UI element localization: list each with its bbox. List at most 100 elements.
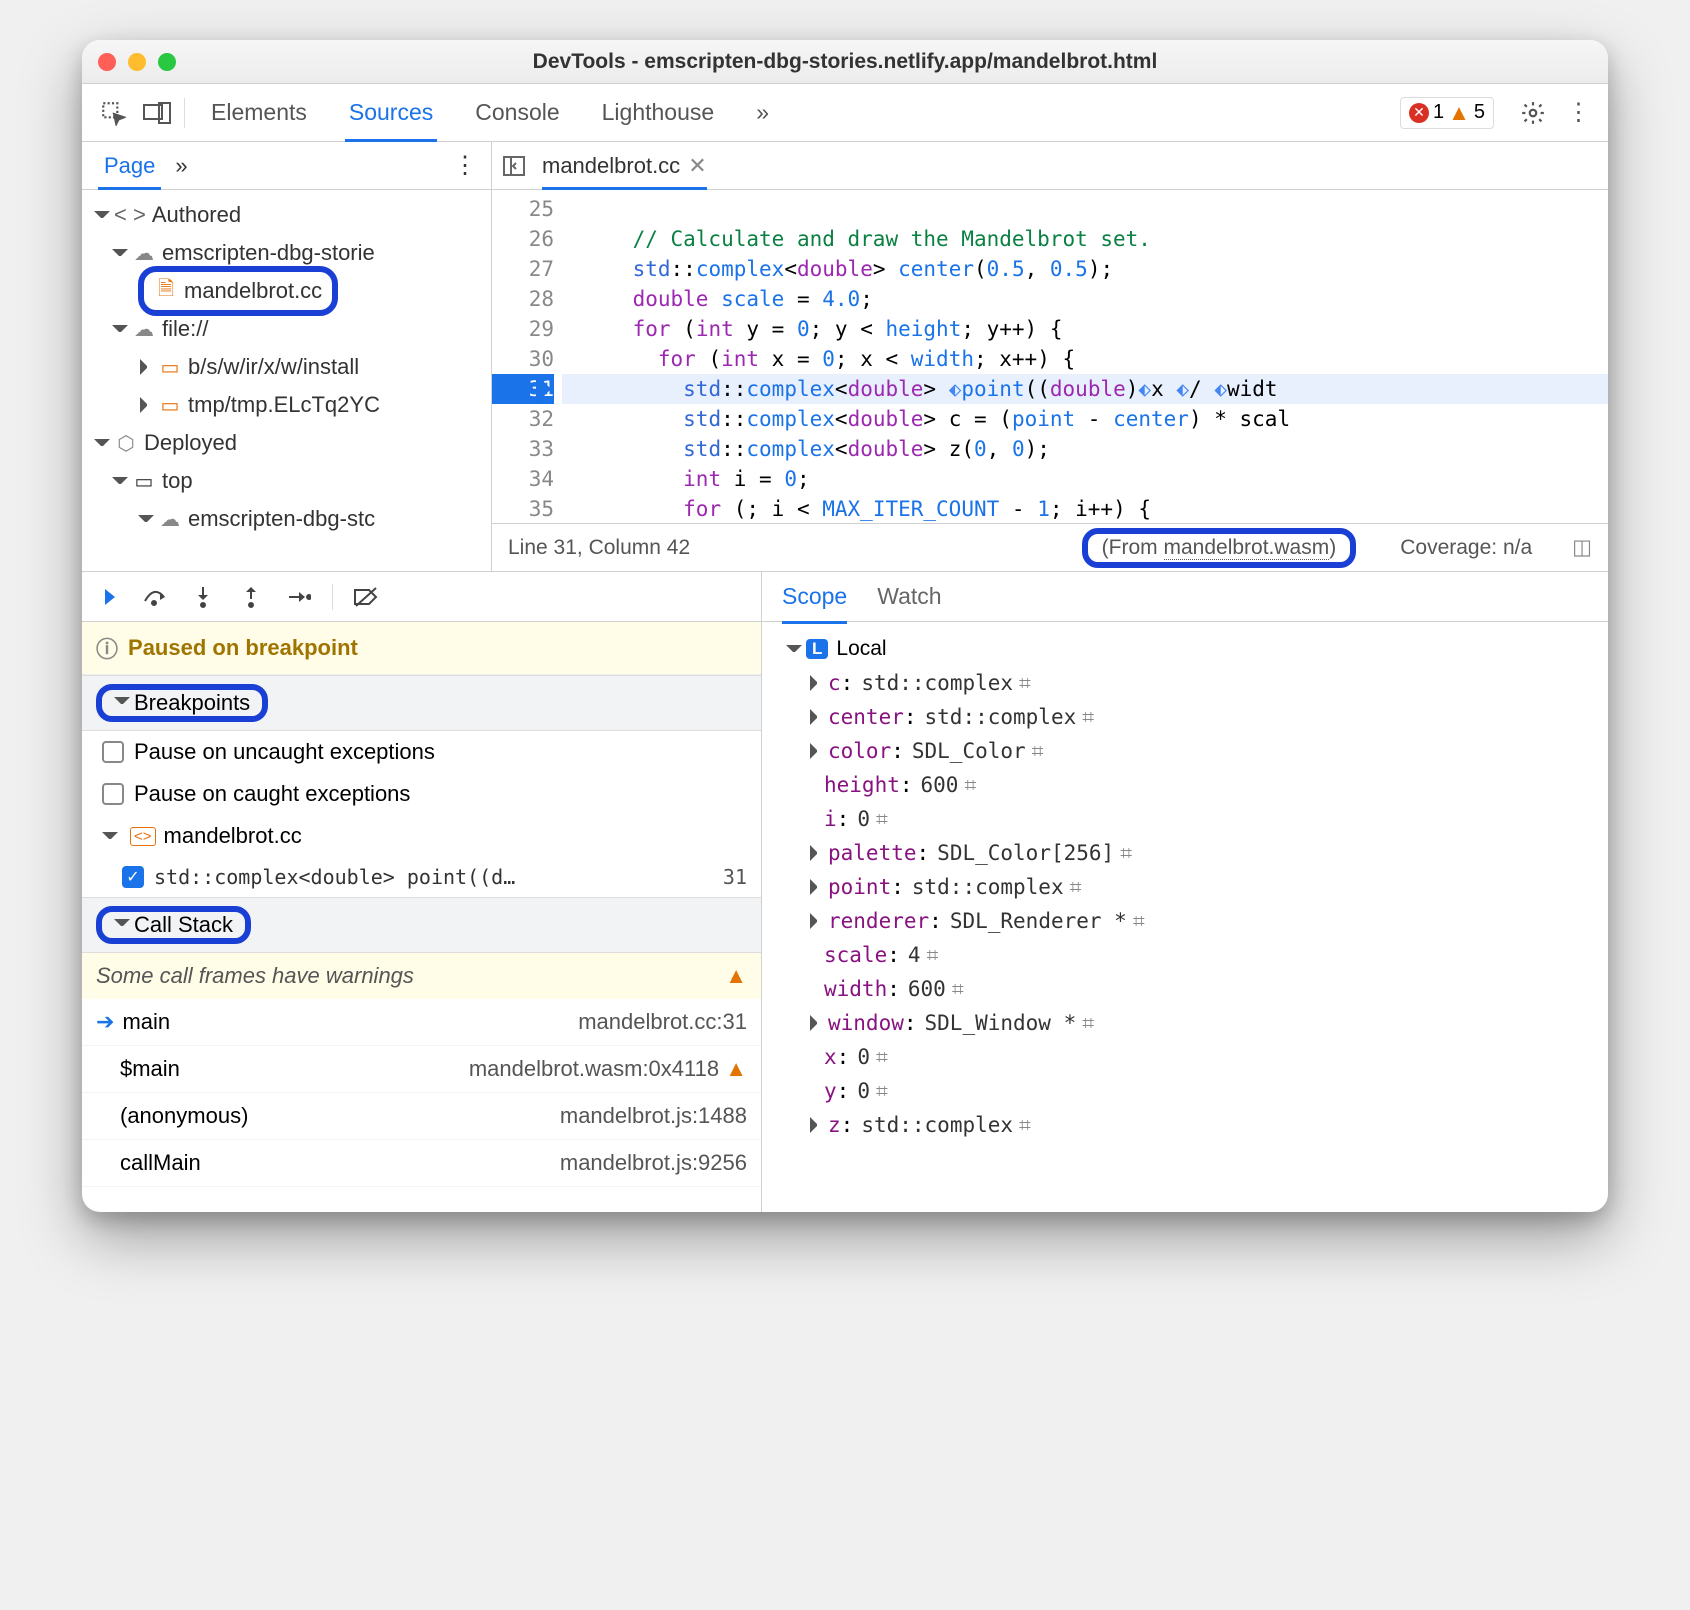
editor-tab-mandelbrot[interactable]: mandelbrot.cc ✕	[542, 142, 707, 190]
scope-variable[interactable]: x:0⌗	[776, 1040, 1594, 1074]
debugger-sidebar: ⓘ Paused on breakpoint Breakpoints Pause…	[82, 572, 762, 1212]
scope-variable[interactable]: height:600⌗	[776, 768, 1594, 802]
tree-group-deployed[interactable]: ⬡Deployed	[82, 424, 491, 462]
main-toolbar: Elements Sources Console Lighthouse » ✕ …	[82, 84, 1608, 142]
call-stack-frame[interactable]: ➔mainmandelbrot.cc:31	[82, 999, 761, 1046]
fullscreen-icon[interactable]	[158, 53, 176, 71]
minimize-icon[interactable]	[128, 53, 146, 71]
step-over-button[interactable]	[140, 582, 170, 612]
memory-chip-icon[interactable]: ⌗	[964, 773, 976, 798]
memory-chip-icon[interactable]: ⌗	[1082, 1011, 1094, 1036]
scope-variable[interactable]: c:std::complex⌗	[776, 666, 1594, 700]
info-icon: ⓘ	[96, 632, 118, 664]
scope-variable[interactable]: z:std::complex⌗	[776, 1108, 1594, 1142]
memory-chip-icon[interactable]: ⌗	[1082, 705, 1094, 730]
section-call-stack[interactable]: Call Stack	[82, 897, 761, 953]
editor-footer-menu-icon[interactable]: ◫	[1572, 535, 1592, 560]
pause-uncaught-checkbox[interactable]: Pause on uncaught exceptions	[82, 731, 761, 773]
tree-origin-deployed-site[interactable]: ☁emscripten-dbg-stc	[82, 500, 491, 538]
code-content[interactable]: // Calculate and draw the Mandelbrot set…	[562, 190, 1608, 523]
memory-chip-icon[interactable]: ⌗	[927, 943, 939, 968]
memory-chip-icon[interactable]: ⌗	[876, 1079, 888, 1104]
local-badge-icon: L	[806, 639, 828, 659]
section-breakpoints[interactable]: Breakpoints	[82, 675, 761, 731]
tree-group-authored[interactable]: < >Authored	[82, 196, 491, 234]
scope-variables: L Local c:std::complex⌗center:std::compl…	[762, 622, 1608, 1212]
scope-variable[interactable]: scale:4⌗	[776, 938, 1594, 972]
editor-status-bar: Line 31, Column 42 (From mandelbrot.wasm…	[492, 523, 1608, 571]
scope-variable[interactable]: color:SDL_Color⌗	[776, 734, 1594, 768]
call-stack-frame[interactable]: $mainmandelbrot.wasm:0x4118 ▲	[82, 1046, 761, 1093]
memory-chip-icon[interactable]: ⌗	[1019, 671, 1031, 696]
step-button[interactable]	[284, 582, 314, 612]
scope-variable[interactable]: center:std::complex⌗	[776, 700, 1594, 734]
debug-controls	[82, 572, 761, 622]
scope-variable[interactable]: renderer:SDL_Renderer *⌗	[776, 904, 1594, 938]
navigator-menu-icon[interactable]: ⋮	[453, 151, 477, 180]
navigator-tab-page[interactable]: Page	[96, 142, 163, 190]
file-icon: 🗎	[154, 274, 178, 308]
tab-console[interactable]: Console	[459, 84, 575, 142]
device-toggle-icon[interactable]	[140, 96, 174, 130]
cloud-icon: ☁	[158, 507, 182, 532]
scope-variable[interactable]: point:std::complex⌗	[776, 870, 1594, 904]
inspect-icon[interactable]	[96, 96, 130, 130]
line-gutter[interactable]: 25262728293031323334353637	[492, 190, 562, 523]
settings-icon[interactable]	[1516, 96, 1550, 130]
memory-chip-icon[interactable]: ⌗	[876, 807, 888, 832]
call-stack-frame[interactable]: callMainmandelbrot.js:9256	[82, 1140, 761, 1187]
tab-watch[interactable]: Watch	[877, 583, 941, 610]
memory-chip-icon[interactable]: ⌗	[1019, 1113, 1031, 1138]
pause-caught-checkbox[interactable]: Pause on caught exceptions	[82, 773, 761, 815]
close-tab-icon[interactable]: ✕	[688, 153, 706, 179]
memory-chip-icon[interactable]: ⌗	[876, 1045, 888, 1070]
memory-chip-icon[interactable]: ⌗	[1133, 909, 1145, 934]
tab-lighthouse[interactable]: Lighthouse	[586, 84, 731, 142]
breakpoint-entry[interactable]: ✓ std::complex<double> point((d… 31	[82, 857, 761, 897]
cloud-icon: ☁	[132, 241, 156, 266]
checkbox-checked-icon: ✓	[122, 866, 144, 888]
checkbox-icon	[102, 741, 124, 763]
step-out-button[interactable]	[236, 582, 266, 612]
navigator-panel: Page » ⋮ < >Authored ☁emscripten-dbg-sto…	[82, 142, 492, 571]
memory-chip-icon[interactable]: ⌗	[1032, 739, 1044, 764]
checkbox-icon	[102, 783, 124, 805]
navigator-overflow[interactable]: »	[175, 153, 187, 179]
error-count: 1	[1433, 101, 1444, 124]
scope-variable[interactable]: window:SDL_Window *⌗	[776, 1006, 1594, 1040]
scope-local-header[interactable]: L Local	[776, 632, 1594, 666]
step-into-button[interactable]	[188, 582, 218, 612]
call-stack-frame[interactable]: (anonymous)mandelbrot.js:1488	[82, 1093, 761, 1140]
titlebar: DevTools - emscripten-dbg-stories.netlif…	[82, 40, 1608, 84]
tree-frame-top[interactable]: ▭top	[82, 462, 491, 500]
source-mapped-badge[interactable]: (From mandelbrot.wasm)	[1082, 528, 1357, 568]
tree-folder-install[interactable]: ▭b/s/w/ir/x/w/install	[82, 348, 491, 386]
memory-chip-icon[interactable]: ⌗	[952, 977, 964, 1002]
warning-count: 5	[1474, 101, 1485, 124]
bp-file-group[interactable]: <> mandelbrot.cc	[82, 815, 761, 857]
tab-elements[interactable]: Elements	[195, 84, 323, 142]
tab-scope[interactable]: Scope	[782, 583, 847, 610]
scope-panel: Scope Watch L Local c:std::complex⌗cente…	[762, 572, 1608, 1212]
scope-variable[interactable]: width:600⌗	[776, 972, 1594, 1006]
tree-file-mandelbrot[interactable]: 🗎mandelbrot.cc	[82, 272, 491, 310]
scope-variable[interactable]: i:0⌗	[776, 802, 1594, 836]
cloud-icon: ☁	[132, 317, 156, 342]
memory-chip-icon[interactable]: ⌗	[1120, 841, 1132, 866]
issues-badge[interactable]: ✕ 1 ▲ 5	[1400, 97, 1494, 129]
tree-folder-tmp[interactable]: ▭tmp/tmp.ELcTq2YC	[82, 386, 491, 424]
memory-chip-icon[interactable]: ⌗	[1070, 875, 1082, 900]
scope-variable[interactable]: palette:SDL_Color[256]⌗	[776, 836, 1594, 870]
scope-variable[interactable]: y:0⌗	[776, 1074, 1594, 1108]
coverage-label: Coverage: n/a	[1400, 536, 1532, 560]
resume-button[interactable]	[92, 582, 122, 612]
warning-icon: ▲	[725, 963, 747, 989]
toggle-navigator-icon[interactable]	[502, 154, 526, 178]
cursor-position: Line 31, Column 42	[508, 536, 690, 560]
deactivate-breakpoints-button[interactable]	[351, 582, 381, 612]
close-icon[interactable]	[98, 53, 116, 71]
kebab-menu-icon[interactable]: ⋮	[1560, 96, 1594, 130]
window-title: DevTools - emscripten-dbg-stories.netlif…	[82, 50, 1608, 74]
tab-sources[interactable]: Sources	[333, 84, 449, 142]
tab-overflow[interactable]: »	[740, 84, 785, 142]
